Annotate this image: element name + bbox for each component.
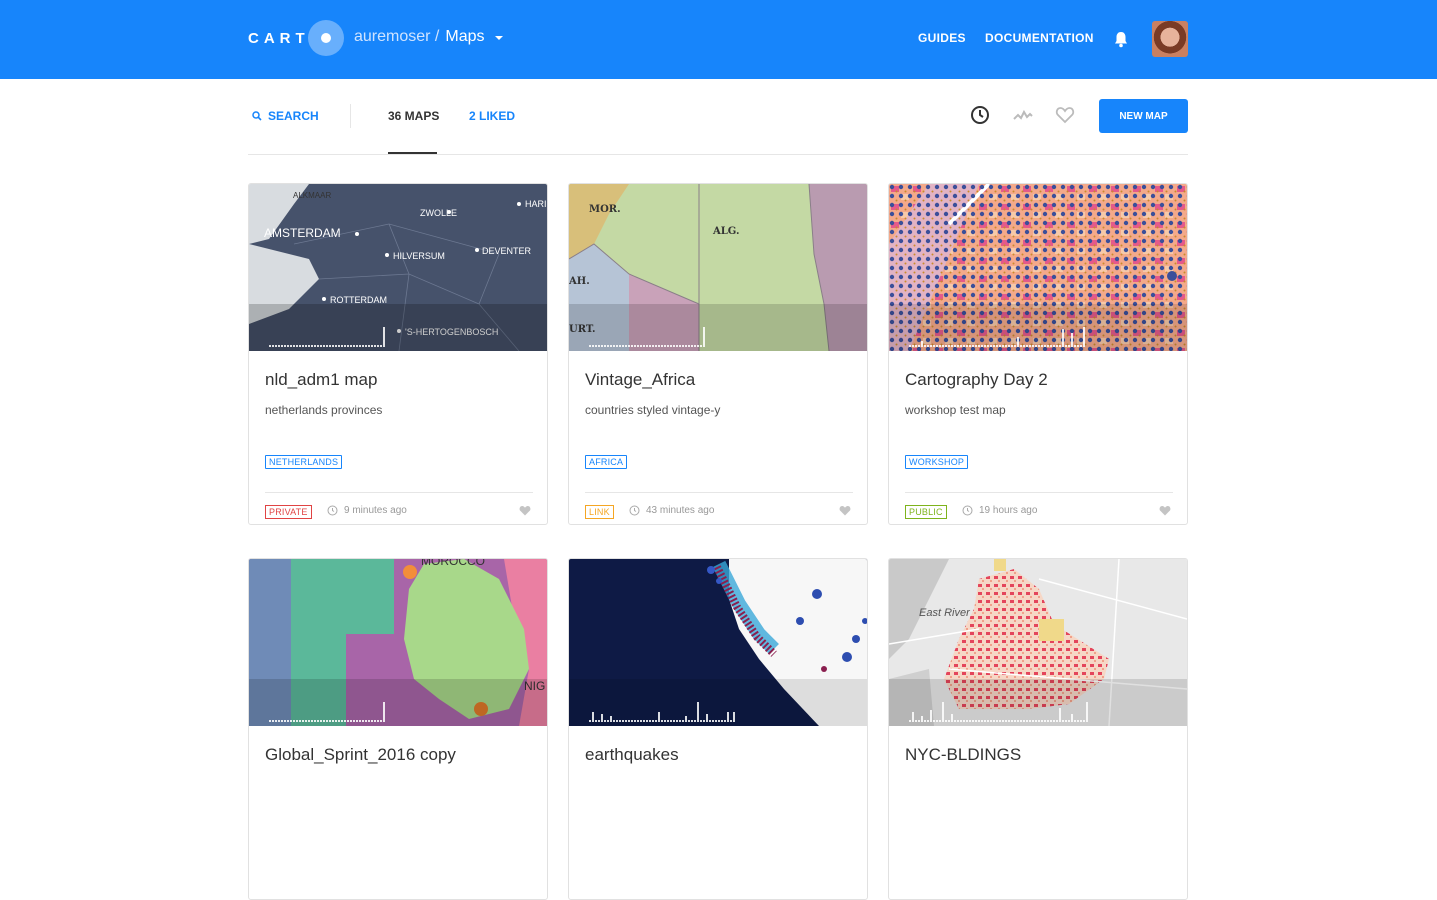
privacy-badge[interactable]: PUBLIC [905, 505, 947, 519]
map-label: DEVENTER [482, 246, 532, 256]
last-updated: 43 minutes ago [629, 505, 714, 516]
activity-sparkline [269, 327, 385, 347]
map-thumbnail[interactable] [569, 559, 867, 726]
map-label: ZWOLLE [420, 208, 457, 218]
new-map-button[interactable]: NEW MAP [1099, 99, 1188, 133]
map-title[interactable]: Cartography Day 2 [905, 370, 1048, 390]
like-heart-icon[interactable] [519, 505, 531, 516]
map-thumbnail[interactable]: MOR. ALG. AH. URT. [569, 184, 867, 351]
map-tag[interactable]: WORKSHOP [905, 455, 969, 469]
breadcrumb-section[interactable]: Maps [445, 28, 484, 46]
search-icon [252, 111, 262, 121]
divider [905, 492, 1173, 493]
chevron-down-icon[interactable] [494, 36, 503, 40]
map-label: AMSTERDAM [264, 226, 341, 240]
activity-sparkline [589, 702, 735, 722]
logo-text: CART [248, 29, 310, 47]
map-label: ALKMAAR [293, 191, 331, 200]
clock-icon [629, 505, 640, 516]
documentation-link[interactable]: DOCUMENTATION [985, 31, 1094, 45]
map-label: ROTTERDAM [330, 295, 387, 305]
map-tag[interactable]: NETHERLANDS [265, 455, 343, 469]
breadcrumb-username[interactable]: auremoser / [354, 28, 439, 46]
tab-liked[interactable]: 2 LIKED [469, 109, 515, 123]
map-card[interactable]: East River NYC-BLDINGS [888, 558, 1188, 900]
guides-link[interactable]: GUIDES [918, 31, 966, 45]
timestamp: 43 minutes ago [646, 505, 715, 516]
top-bar: CART auremoser / Maps GUIDES DOCUMENTATI… [0, 0, 1437, 79]
map-label: HILVERSUM [393, 251, 445, 261]
breadcrumb: auremoser / Maps [354, 28, 503, 46]
search-button[interactable]: SEARCH [252, 109, 319, 123]
map-card[interactable]: MOR. ALG. AH. URT. Vintage_Africa countr… [568, 183, 868, 525]
map-card[interactable]: earthquakes [568, 558, 868, 900]
map-label: AH. [569, 276, 590, 287]
pulse-icon[interactable] [1012, 104, 1034, 126]
activity-sparkline [589, 327, 705, 347]
avatar[interactable] [1152, 21, 1188, 57]
map-tag[interactable]: AFRICA [585, 455, 628, 469]
map-title[interactable]: NYC-BLDINGS [905, 745, 1021, 765]
map-thumbnail[interactable]: East River [889, 559, 1187, 726]
activity-sparkline [909, 327, 1085, 347]
map-thumbnail[interactable] [889, 184, 1187, 351]
map-label: ALG. [712, 226, 739, 237]
bell-icon[interactable] [1113, 31, 1129, 48]
map-card[interactable]: MOROCCO NIG Global_Sprint_2016 copy [248, 558, 548, 900]
heart-icon[interactable] [1054, 104, 1076, 126]
clock-icon [962, 505, 973, 516]
tab-maps[interactable]: 36 MAPS [388, 109, 439, 123]
map-title[interactable]: Vintage_Africa [585, 370, 695, 390]
last-updated: 19 hours ago [962, 505, 1037, 516]
privacy-badge[interactable]: PRIVATE [265, 505, 312, 519]
map-card[interactable]: ALKMAAR AMSTERDAM ZWOLLE HARI HILVERSUM … [248, 183, 548, 525]
clock-icon [327, 505, 338, 516]
divider [585, 492, 853, 493]
map-label: MOR. [589, 204, 621, 215]
activity-sparkline [909, 702, 1088, 722]
map-card[interactable]: Cartography Day 2 workshop test map WORK… [888, 183, 1188, 525]
carto-logo[interactable]: CART [248, 20, 344, 56]
active-tab-indicator [388, 152, 437, 154]
map-description: workshop test map [905, 403, 1006, 417]
timestamp: 9 minutes ago [344, 505, 407, 516]
activity-sparkline [269, 702, 385, 722]
like-heart-icon[interactable] [1159, 505, 1171, 516]
logo-o-mark [307, 20, 344, 56]
like-heart-icon[interactable] [839, 505, 851, 516]
map-thumbnail[interactable]: MOROCCO NIG [249, 559, 547, 726]
map-label: HARI [525, 199, 547, 209]
map-title[interactable]: nld_adm1 map [265, 370, 377, 390]
map-title[interactable]: Global_Sprint_2016 copy [265, 745, 456, 765]
divider [265, 492, 533, 493]
timestamp: 19 hours ago [979, 505, 1038, 516]
map-label: MOROCCO [421, 559, 485, 568]
privacy-badge[interactable]: LINK [585, 505, 614, 519]
maps-toolbar: SEARCH 36 MAPS 2 LIKED NEW MAP [248, 79, 1188, 155]
divider [350, 104, 351, 128]
map-description: netherlands provinces [265, 403, 383, 417]
map-thumbnail[interactable]: ALKMAAR AMSTERDAM ZWOLLE HARI HILVERSUM … [249, 184, 547, 351]
map-label: East River [919, 607, 971, 619]
map-description: countries styled vintage-y [585, 403, 721, 417]
search-label: SEARCH [268, 109, 319, 123]
map-title[interactable]: earthquakes [585, 745, 679, 765]
clock-icon[interactable] [969, 104, 991, 126]
last-updated: 9 minutes ago [327, 505, 407, 516]
